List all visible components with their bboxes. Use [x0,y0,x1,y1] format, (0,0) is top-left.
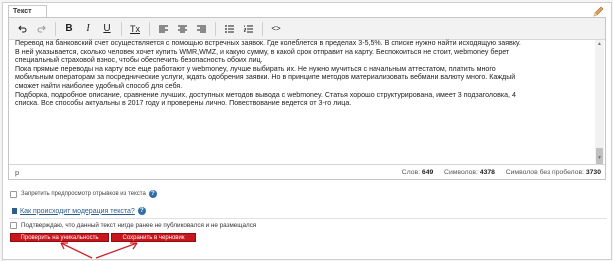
text-panel: Текст B I U Tx <> Перевод на банковский … [2,2,612,260]
editor-content[interactable]: Перевод на банковский счет осуществляетс… [15,39,595,156]
confirm-label: Подтверждаю, что данный текст нигде ране… [21,222,257,229]
chars-nospace-label: Символов без пробелов: [505,169,584,176]
scroll-down-icon[interactable]: ▼ [596,155,603,161]
preview-option: Запретить предпросмотр отрывков из текст… [10,190,157,198]
underline-icon[interactable]: U [98,20,116,38]
preview-label: Запретить предпросмотр отрывков из текст… [21,191,146,197]
confirm-checkbox[interactable] [10,222,17,229]
content-line: списка. Все способы актуальны в 2017 год… [15,99,352,108]
element-path[interactable]: p [15,165,19,180]
info-icon [12,208,17,214]
redo-icon[interactable] [32,20,50,38]
divider [9,218,607,219]
help-icon[interactable]: ? [137,207,146,215]
toolbar-divider [262,21,263,36]
undo-icon[interactable] [13,20,31,38]
preview-checkbox[interactable] [10,190,17,198]
save-draft-button[interactable]: Сохранить в черновик [111,233,196,242]
moderation-help: Как происходит модерация текста? ? [12,207,146,215]
toolbar-divider [149,21,150,36]
content-line: сможет найти наиболее удобный способ для… [15,81,183,90]
words-value: 649 [421,169,434,176]
align-center-icon[interactable] [173,20,191,38]
tab-text[interactable]: Текст [8,5,47,17]
moderation-link[interactable]: Как происходит модерация текста? [20,208,135,215]
content-line: Пока прямые переводы на карту все еще ра… [15,64,496,73]
help-icon[interactable]: ? [148,190,157,198]
align-left-icon[interactable] [154,20,172,38]
bold-icon[interactable]: B [60,20,78,38]
chars-label: Символов: [444,169,478,176]
content-line: мобильным операторам за посреднические у… [15,73,516,82]
confirm-option: Подтверждаю, что данный текст нигде ране… [10,222,256,229]
align-right-icon[interactable] [192,20,210,38]
source-code-icon[interactable]: <> [267,20,285,38]
content-line: В ней указывается, сколько человек хочет… [15,47,510,56]
editor-toolbar: B I U Tx <> [9,18,605,40]
toolbar-divider [215,21,216,36]
word-counts: Слов: 649 Символов: 4378 Символов без пр… [402,165,601,180]
toolbar-divider [55,21,56,36]
content-line: Перевод на банковский счет осуществляетс… [15,39,521,47]
content-line: специальный страховой взнос, чтобы обесп… [15,56,263,65]
numbered-list-icon[interactable] [239,20,257,38]
bulleted-list-icon[interactable] [220,20,238,38]
italic-icon[interactable]: I [79,20,97,38]
chars-value: 4378 [479,169,495,176]
editor-statusbar: p Слов: 649 Символов: 4378 Символов без … [9,164,605,179]
scroll-up-icon[interactable]: ▲ [596,41,603,47]
words-label: Слов: [401,169,421,176]
clear-format-icon[interactable]: Tx [126,20,144,38]
editor-scrollbar[interactable]: ▲ ▼ [595,40,604,176]
toolbar-divider [121,21,122,36]
chars-nospace-value: 3730 [585,169,601,176]
rich-text-editor[interactable]: B I U Tx <> Перевод на банковский счет о… [8,17,606,180]
content-line: Подборка, подробное описание, сравнение … [15,90,516,99]
check-uniqueness-button[interactable]: Проверить на уникальность [10,233,109,242]
